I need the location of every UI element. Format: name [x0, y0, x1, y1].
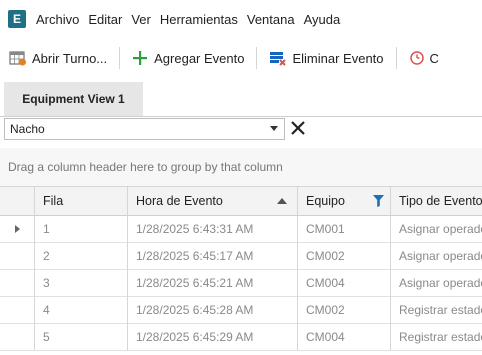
- cell-fila[interactable]: 5: [35, 323, 128, 350]
- calendar-grid-icon: [9, 51, 26, 66]
- delete-rows-icon: [270, 52, 287, 66]
- open-shift-button[interactable]: Abrir Turno...: [9, 50, 107, 66]
- clock-button[interactable]: C: [409, 50, 439, 66]
- row-indicator: [0, 323, 35, 350]
- cell-fila[interactable]: 4: [35, 296, 128, 323]
- cell-hora[interactable]: 1/28/2025 6:45:28 AM: [128, 296, 298, 323]
- toolbar-divider: [119, 47, 121, 69]
- table-row[interactable]: 3 1/28/2025 6:45:21 AM CM004 Asignar ope…: [0, 269, 482, 297]
- tab-strip: Equipment View 1: [0, 78, 482, 117]
- column-header-label: Tipo de Evento: [399, 194, 482, 208]
- table-row[interactable]: 4 1/28/2025 6:45:28 AM CM002 Registrar e…: [0, 296, 482, 324]
- add-event-button[interactable]: Agregar Evento: [132, 50, 244, 66]
- cell-tipo[interactable]: Registrar estado: [391, 296, 482, 323]
- chevron-down-icon[interactable]: [270, 126, 278, 131]
- operator-filter-dropdown[interactable]: Nacho: [4, 118, 285, 140]
- column-header-label: Hora de Evento: [136, 194, 223, 208]
- clock-button-label: C: [429, 50, 439, 66]
- cell-fila[interactable]: 1: [35, 215, 128, 242]
- menu-ver[interactable]: Ver: [131, 12, 151, 27]
- row-indicator-header: [0, 187, 35, 215]
- group-by-hint: Drag a column header here to group by th…: [8, 160, 283, 174]
- close-icon[interactable]: [289, 117, 307, 139]
- cell-equipo[interactable]: CM002: [298, 296, 391, 323]
- cell-equipo[interactable]: CM002: [298, 242, 391, 269]
- toolbar-divider: [256, 47, 258, 69]
- toolbar: Abrir Turno... Agregar Evento Eliminar E…: [0, 38, 482, 78]
- grid-header: Fila Hora de Evento Equipo Tipo de Event…: [0, 186, 482, 216]
- delete-event-label: Eliminar Evento: [292, 50, 384, 66]
- add-event-label: Agregar Evento: [154, 50, 245, 66]
- column-header-fila[interactable]: Fila: [35, 187, 128, 215]
- menu-archivo[interactable]: Archivo: [36, 12, 79, 27]
- menu-herramientas[interactable]: Herramientas: [160, 12, 238, 27]
- cell-equipo[interactable]: CM004: [298, 269, 391, 296]
- cell-tipo[interactable]: Asignar operador: [391, 269, 482, 296]
- sort-ascending-icon: [277, 198, 287, 204]
- table-row[interactable]: 5 1/28/2025 6:45:29 AM CM004 Registrar e…: [0, 323, 482, 351]
- column-header-tipo-de-evento[interactable]: Tipo de Evento: [391, 187, 482, 215]
- plus-icon: [133, 51, 148, 65]
- cell-tipo[interactable]: Asignar operador: [391, 215, 482, 242]
- column-header-hora-de-evento[interactable]: Hora de Evento: [128, 187, 298, 215]
- row-pointer-icon: [14, 224, 20, 233]
- filter-icon[interactable]: [373, 195, 384, 207]
- row-indicator: [0, 269, 35, 296]
- open-shift-label: Abrir Turno...: [32, 50, 108, 66]
- menu-bar: E Archivo Editar Ver Herramientas Ventan…: [0, 0, 482, 38]
- row-indicator: [0, 242, 35, 269]
- cell-hora[interactable]: 1/28/2025 6:45:21 AM: [128, 269, 298, 296]
- column-header-equipo[interactable]: Equipo: [298, 187, 391, 215]
- delete-event-button[interactable]: Eliminar Evento: [269, 50, 384, 66]
- tab-equipment-view-1[interactable]: Equipment View 1: [4, 82, 143, 116]
- cell-fila[interactable]: 2: [35, 242, 128, 269]
- column-header-label: Equipo: [306, 194, 345, 208]
- app-logo-icon: E: [8, 10, 26, 28]
- table-row[interactable]: 1 1/28/2025 6:43:31 AM CM001 Asignar ope…: [0, 215, 482, 243]
- filter-row: Nacho: [0, 117, 482, 141]
- group-by-panel[interactable]: Drag a column header here to group by th…: [0, 148, 482, 186]
- cell-equipo[interactable]: CM004: [298, 323, 391, 350]
- cell-equipo[interactable]: CM001: [298, 215, 391, 242]
- table-row[interactable]: 2 1/28/2025 6:45:17 AM CM002 Asignar ope…: [0, 242, 482, 270]
- events-grid: Fila Hora de Evento Equipo Tipo de Event…: [0, 186, 482, 355]
- cell-hora[interactable]: 1/28/2025 6:45:29 AM: [128, 323, 298, 350]
- cell-tipo[interactable]: Asignar operador: [391, 242, 482, 269]
- menu-ventana[interactable]: Ventana: [247, 12, 295, 27]
- cell-hora[interactable]: 1/28/2025 6:43:31 AM: [128, 215, 298, 242]
- toolbar-divider: [395, 47, 397, 69]
- menu-editar[interactable]: Editar: [88, 12, 122, 27]
- row-indicator: [0, 215, 35, 242]
- cell-tipo[interactable]: Registrar estado: [391, 323, 482, 350]
- menu-ayuda[interactable]: Ayuda: [304, 12, 341, 27]
- row-indicator: [0, 296, 35, 323]
- operator-filter-value: Nacho: [10, 122, 45, 136]
- cell-fila[interactable]: 3: [35, 269, 128, 296]
- column-header-label: Fila: [43, 194, 64, 208]
- cell-hora[interactable]: 1/28/2025 6:45:17 AM: [128, 242, 298, 269]
- clock-icon: [409, 51, 424, 65]
